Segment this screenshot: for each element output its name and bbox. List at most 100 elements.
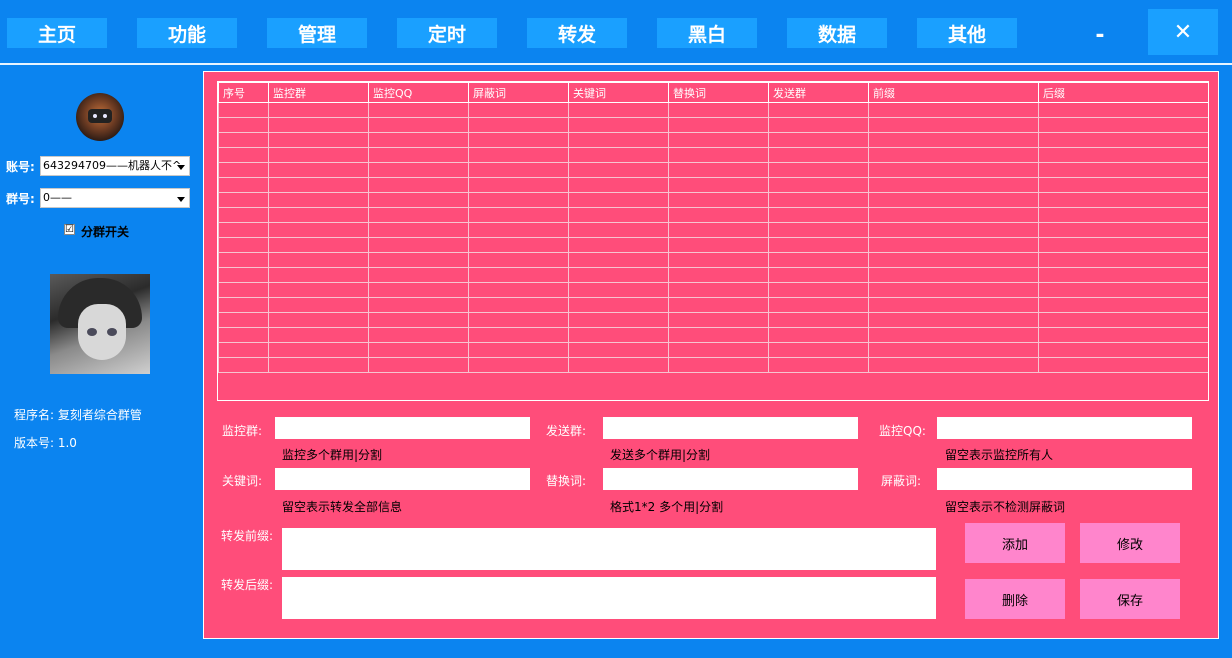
column-header-keywords[interactable]: 关键词 (568, 82, 669, 103)
table-cell[interactable] (1038, 177, 1208, 193)
table-row[interactable] (218, 132, 1208, 148)
group-select[interactable]: 0—— (40, 188, 190, 208)
table-cell[interactable] (468, 357, 569, 373)
table-cell[interactable] (568, 267, 669, 283)
table-cell[interactable] (568, 102, 669, 118)
table-cell[interactable] (268, 192, 369, 208)
table-cell[interactable] (668, 252, 769, 268)
table-cell[interactable] (768, 282, 869, 298)
table-cell[interactable] (268, 357, 369, 373)
nav-manage[interactable]: 管理 (267, 18, 367, 48)
table-cell[interactable] (218, 162, 269, 178)
table-cell[interactable] (1038, 117, 1208, 133)
table-cell[interactable] (568, 252, 669, 268)
table-cell[interactable] (468, 327, 569, 343)
table-cell[interactable] (218, 312, 269, 328)
table-cell[interactable] (1038, 357, 1208, 373)
table-cell[interactable] (868, 162, 1039, 178)
table-cell[interactable] (568, 342, 669, 358)
table-cell[interactable] (368, 357, 469, 373)
table-cell[interactable] (668, 102, 769, 118)
table-cell[interactable] (268, 102, 369, 118)
table-row[interactable] (218, 117, 1208, 133)
table-cell[interactable] (668, 177, 769, 193)
table-row[interactable] (218, 342, 1208, 358)
table-cell[interactable] (568, 222, 669, 238)
table-cell[interactable] (218, 207, 269, 223)
column-header-prefix[interactable]: 前缀 (868, 82, 1039, 103)
table-cell[interactable] (368, 117, 469, 133)
table-cell[interactable] (668, 282, 769, 298)
column-header-suffix[interactable]: 后缀 (1038, 82, 1208, 103)
table-cell[interactable] (768, 132, 869, 148)
table-cell[interactable] (468, 297, 569, 313)
table-cell[interactable] (468, 117, 569, 133)
table-cell[interactable] (268, 267, 369, 283)
table-cell[interactable] (568, 297, 669, 313)
table-cell[interactable] (868, 177, 1039, 193)
table-cell[interactable] (768, 327, 869, 343)
table-cell[interactable] (668, 192, 769, 208)
table-cell[interactable] (768, 252, 869, 268)
column-header-send-group[interactable]: 发送群 (768, 82, 869, 103)
nav-other[interactable]: 其他 (917, 18, 1017, 48)
table-cell[interactable] (668, 117, 769, 133)
table-row[interactable] (218, 267, 1208, 283)
keyword-input[interactable] (275, 468, 530, 490)
table-cell[interactable] (768, 237, 869, 253)
table-cell[interactable] (668, 357, 769, 373)
table-cell[interactable] (268, 117, 369, 133)
table-cell[interactable] (218, 147, 269, 163)
table-cell[interactable] (1038, 312, 1208, 328)
table-cell[interactable] (368, 312, 469, 328)
table-cell[interactable] (768, 267, 869, 283)
table-cell[interactable] (568, 162, 669, 178)
table-cell[interactable] (868, 357, 1039, 373)
table-cell[interactable] (1038, 267, 1208, 283)
send-group-input[interactable] (603, 417, 858, 439)
table-cell[interactable] (268, 342, 369, 358)
table-row[interactable] (218, 147, 1208, 163)
table-cell[interactable] (668, 237, 769, 253)
edit-button[interactable]: 修改 (1080, 523, 1180, 563)
table-cell[interactable] (268, 207, 369, 223)
table-row[interactable] (218, 192, 1208, 208)
table-cell[interactable] (768, 297, 869, 313)
table-cell[interactable] (218, 252, 269, 268)
table-cell[interactable] (1038, 162, 1208, 178)
nav-forward[interactable]: 转发 (527, 18, 627, 48)
table-cell[interactable] (1038, 282, 1208, 298)
table-cell[interactable] (568, 237, 669, 253)
table-cell[interactable] (768, 117, 869, 133)
nav-home[interactable]: 主页 (7, 18, 107, 48)
table-cell[interactable] (368, 327, 469, 343)
table-cell[interactable] (368, 267, 469, 283)
table-cell[interactable] (468, 222, 569, 238)
table-row[interactable] (218, 282, 1208, 298)
column-header-monitor-qq[interactable]: 监控QQ (368, 82, 469, 103)
table-cell[interactable] (468, 237, 569, 253)
column-header-block-words[interactable]: 屏蔽词 (468, 82, 569, 103)
table-cell[interactable] (368, 177, 469, 193)
add-button[interactable]: 添加 (965, 523, 1065, 563)
table-cell[interactable] (768, 312, 869, 328)
table-cell[interactable] (768, 177, 869, 193)
table-cell[interactable] (268, 222, 369, 238)
table-cell[interactable] (218, 117, 269, 133)
table-cell[interactable] (768, 147, 869, 163)
table-row[interactable] (218, 207, 1208, 223)
table-cell[interactable] (468, 192, 569, 208)
table-cell[interactable] (568, 327, 669, 343)
table-cell[interactable] (768, 357, 869, 373)
table-cell[interactable] (668, 147, 769, 163)
account-select[interactable]: 643294709——机器人不^ (40, 156, 190, 176)
table-cell[interactable] (868, 342, 1039, 358)
table-cell[interactable] (368, 162, 469, 178)
table-cell[interactable] (768, 162, 869, 178)
table-cell[interactable] (218, 342, 269, 358)
table-cell[interactable] (368, 297, 469, 313)
table-cell[interactable] (768, 222, 869, 238)
table-cell[interactable] (868, 312, 1039, 328)
table-cell[interactable] (568, 132, 669, 148)
table-cell[interactable] (218, 177, 269, 193)
